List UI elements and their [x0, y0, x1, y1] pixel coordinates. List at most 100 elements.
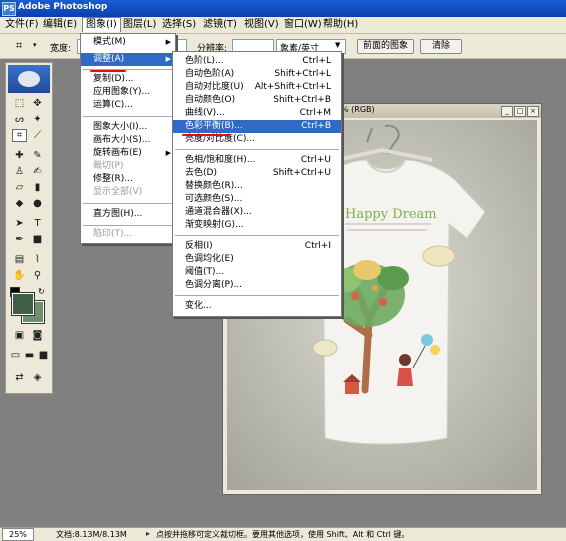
menu-image[interactable]: 图象(I) [82, 17, 121, 32]
menu-separator [175, 295, 339, 296]
zoom-tool-icon[interactable]: ⚲ [30, 269, 45, 282]
close-icon[interactable]: × [527, 106, 539, 117]
dodge-tool-icon[interactable]: ● [30, 197, 45, 210]
move-tool-icon[interactable]: ✥ [30, 97, 45, 110]
image-menu-reveal-all: 显示全部(V) [93, 187, 143, 197]
eraser-tool-icon[interactable]: ▱ [12, 181, 27, 194]
pen-tool-icon[interactable]: ✒ [12, 233, 27, 246]
submenu-arrow-icon: ▶ [165, 149, 171, 157]
healing-brush-tool-icon[interactable]: ✚ [12, 149, 27, 162]
annotation-underline-adjust [90, 70, 126, 72]
full-screen-menu-mode-icon[interactable]: ▬ [22, 349, 37, 362]
magic-wand-tool-icon[interactable]: ✦ [30, 113, 45, 126]
adjust-equalize[interactable]: 色调均化(E) [173, 253, 341, 266]
maximize-icon[interactable]: □ [514, 106, 526, 117]
image-menu-adjust[interactable]: 调整(A) ▶ [81, 53, 175, 66]
image-menu-trap: 陷印(T)... [93, 229, 133, 239]
menu-select[interactable]: 选择(S) [159, 18, 199, 32]
width-label: 宽度: [50, 44, 72, 54]
adjust-auto-color[interactable]: 自动颜色(O) Shift+Ctrl+B [173, 94, 341, 107]
adjust-variations[interactable]: 变化... [173, 300, 341, 313]
adjust-channel-mixer[interactable]: 通道混合器(X)... [173, 206, 341, 219]
image-menu-apply-image[interactable]: 应用图象(Y)... [81, 86, 175, 99]
menu-window[interactable]: 窗口(W) [281, 18, 325, 32]
image-menu-image-size[interactable]: 图象大小(I)... [81, 121, 175, 134]
imageready-icon[interactable]: ◈ [30, 371, 45, 384]
gradient-tool-icon[interactable]: ▮ [30, 181, 45, 194]
crop-tool-icon[interactable]: ⌗ [16, 39, 22, 53]
adjust-submenu: 色阶(L)... Ctrl+L 自动色阶(A) Shift+Ctrl+L 自动对比度… [172, 51, 342, 317]
adjust-hue-saturation[interactable]: 色相/饱和度(H)... Ctrl+U [173, 154, 341, 167]
adjust-invert[interactable]: 反相(I) Ctrl+I [173, 240, 341, 253]
menu-separator [83, 203, 173, 204]
brush-tool-icon[interactable]: ✎ [30, 149, 45, 162]
hand-tool-icon[interactable]: ✋ [12, 269, 27, 282]
adjust-desaturate[interactable]: 去色(D) Shift+Ctrl+U [173, 167, 341, 180]
image-menu-canvas-size[interactable]: 画布大小(S)... [81, 134, 175, 147]
adjust-levels[interactable]: 色阶(L)... Ctrl+L [173, 55, 341, 68]
marquee-tool-icon[interactable]: ⬚ [12, 97, 27, 110]
menu-separator [175, 149, 339, 150]
adjust-auto-contrast[interactable]: 自动对比度(U) Alt+Shift+Ctrl+L [173, 81, 341, 94]
shape-tool-icon[interactable]: ■ [30, 233, 45, 246]
lasso-tool-icon[interactable]: ᔕ [12, 113, 27, 126]
crop-tool-icon[interactable]: ⌗ [12, 129, 27, 142]
foreground-color-swatch[interactable] [11, 292, 35, 316]
menu-view[interactable]: 视图(V) [241, 18, 282, 32]
clone-stamp-tool-icon[interactable]: ♙ [12, 165, 27, 178]
menu-layer[interactable]: 图层(L) [120, 18, 159, 32]
image-menu-rotate-canvas[interactable]: 旋转画布(E) ▶ [81, 147, 175, 160]
front-image-button[interactable]: 前面的图象 [357, 39, 414, 54]
menu-edit[interactable]: 编辑(E) [40, 18, 80, 32]
image-menu-duplicate[interactable]: 复制(D)... [81, 73, 175, 86]
adjust-color-balance[interactable]: 色彩平衡(B)... Ctrl+B [173, 120, 341, 133]
toolbox: ⬚ ✥ ᔕ ✦ ⌗ ⟋ ✚ ✎ ♙ ✍ ▱ ▮ ◆ ● ➤ T ✒ ■ ▤ ⌇ … [5, 62, 53, 394]
swap-colors-icon[interactable]: ↻ [38, 287, 45, 296]
menu-filter[interactable]: 滤镜(T) [200, 18, 240, 32]
app-title: Adobe Photoshop [18, 2, 108, 12]
menu-separator [83, 116, 173, 117]
slice-tool-icon[interactable]: ⟋ [30, 129, 45, 142]
tshirt-print-text: Happy Dream [345, 207, 437, 222]
full-screen-mode-icon[interactable]: ■ [36, 349, 51, 362]
annotation-underline-color-balance [182, 134, 230, 136]
tool-preset-arrow-icon[interactable]: ▾ [33, 41, 37, 49]
quick-mask-mode-icon[interactable]: ◙ [30, 329, 45, 342]
standard-mode-icon[interactable]: ▣ [12, 329, 27, 342]
jump-to-imageready-icon[interactable]: ⇄ [12, 371, 27, 384]
type-tool-icon[interactable]: T [30, 217, 45, 230]
path-selection-tool-icon[interactable]: ➤ [12, 217, 27, 230]
chevron-down-icon: ▼ [335, 41, 341, 49]
image-menu-mode[interactable]: 模式(M) ▶ [81, 36, 175, 49]
blur-tool-icon[interactable]: ◆ [12, 197, 27, 210]
adjust-curves[interactable]: 曲线(V)... Ctrl+M [173, 107, 341, 120]
adjust-auto-levels[interactable]: 自动色阶(A) Shift+Ctrl+L [173, 68, 341, 81]
photoshop-eye-logo [8, 65, 50, 93]
adjust-replace-color[interactable]: 替换颜色(R)... [173, 180, 341, 193]
adjust-threshold[interactable]: 阈值(T)... [173, 266, 341, 279]
eyedropper-tool-icon[interactable]: ⌇ [30, 253, 45, 266]
status-hint: 点按并拖移可定义裁切框。要用其他选项，使用 Shift、Alt 和 Ctrl 键… [156, 530, 410, 539]
standard-screen-mode-icon[interactable]: ▭ [8, 349, 23, 362]
title-bar: PS Adobe Photoshop [0, 0, 566, 17]
submenu-arrow-icon: ▶ [165, 55, 171, 63]
document-size: 文档:8.13M/8.13M [56, 530, 127, 539]
tool-hint-icon: ▸ [146, 529, 151, 538]
menu-file[interactable]: 文件(F) [2, 18, 42, 32]
image-menu-dropdown: 模式(M) ▶ 调整(A) ▶ 复制(D)... 应用图象(Y)... 运算(C).… [80, 33, 176, 244]
minimize-icon[interactable]: _ [501, 106, 513, 117]
menu-help[interactable]: 帮助(H) [320, 18, 361, 32]
clear-button[interactable]: 清除 [420, 39, 462, 54]
adjust-posterize[interactable]: 色调分离(P)... [173, 279, 341, 292]
image-menu-calculations[interactable]: 运算(C)... [81, 99, 175, 112]
document-title: % (RGB) [341, 105, 375, 114]
image-menu-histogram[interactable]: 直方图(H)... [81, 208, 175, 221]
adjust-gradient-map[interactable]: 渐变映射(G)... [173, 219, 341, 232]
zoom-level[interactable]: 25% [2, 528, 34, 541]
notes-tool-icon[interactable]: ▤ [12, 253, 27, 266]
menu-separator [83, 225, 173, 226]
image-menu-crop: 裁切(P) [93, 161, 124, 171]
adjust-selective-color[interactable]: 可选颜色(S)... [173, 193, 341, 206]
image-menu-trim[interactable]: 修整(R)... [81, 173, 175, 186]
history-brush-tool-icon[interactable]: ✍ [30, 165, 45, 178]
